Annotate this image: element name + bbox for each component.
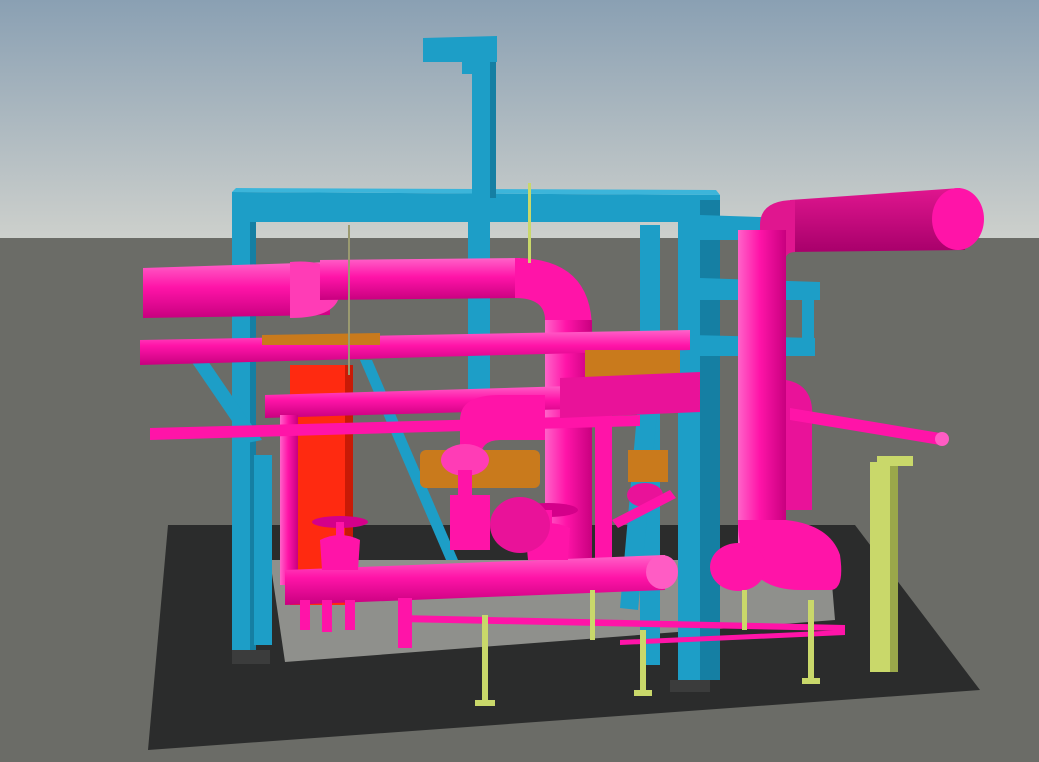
3d-plant-model-viewport[interactable] (0, 0, 1039, 762)
steel-column-center (468, 222, 490, 402)
pipe-riser-right (738, 230, 786, 570)
steel-column-right (678, 200, 702, 690)
plant-model-render (0, 0, 1039, 762)
steel-mast-cap (423, 36, 497, 62)
